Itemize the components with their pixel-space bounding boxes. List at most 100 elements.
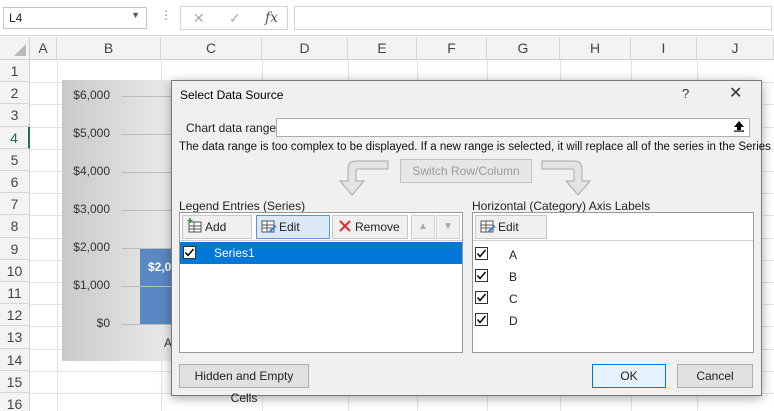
row-header[interactable]: 12 [0, 304, 30, 327]
switch-row-column-label: Switch Row/Column [412, 164, 520, 178]
row-header[interactable]: 6 [0, 171, 30, 194]
bar-data-label: $2,0 [148, 260, 172, 274]
legend-toolbar: Add Edit Remove ▲ ▼ [180, 213, 462, 241]
series-row[interactable]: Series1 [180, 242, 462, 264]
y-tick-label: $6,000 [73, 88, 110, 102]
y-tick-label: $2,000 [73, 240, 110, 254]
column-header[interactable]: D [262, 37, 348, 60]
dialog-title: Select Data Source [180, 88, 284, 102]
formula-bar: L4 ▼ ⋮ ✕ ✓ fx [0, 0, 774, 36]
series-checkbox[interactable] [183, 246, 196, 259]
column-header[interactable]: J [697, 37, 774, 60]
chart-data-range-input[interactable] [276, 118, 750, 137]
edit-series-button[interactable]: Edit [256, 215, 330, 239]
remove-series-button[interactable]: Remove [332, 215, 408, 239]
cancel-button[interactable]: Cancel [677, 364, 753, 388]
right-curved-arrow-icon [541, 160, 592, 196]
category-row[interactable]: B [473, 265, 753, 287]
column-header[interactable]: F [417, 37, 487, 60]
row-header[interactable]: 3 [0, 104, 30, 127]
category-label: C [509, 292, 518, 306]
name-box[interactable]: L4 ▼ [3, 7, 147, 29]
column-header[interactable]: C [161, 37, 262, 60]
check-icon [476, 315, 487, 324]
check-icon [476, 271, 487, 280]
y-tick-label: $5,000 [73, 126, 110, 140]
name-box-value: L4 [9, 11, 23, 25]
edit-axis-labels-button[interactable]: Edit [475, 215, 547, 239]
remove-x-icon [339, 220, 351, 232]
row-header[interactable]: 9 [0, 237, 30, 260]
row-header[interactable]: 2 [0, 82, 30, 105]
row-header[interactable]: 15 [0, 370, 30, 393]
close-icon[interactable]: ✕ [729, 83, 742, 103]
category-checkbox[interactable] [475, 313, 488, 326]
column-header[interactable]: G [487, 37, 560, 60]
row-header[interactable]: 10 [0, 259, 30, 282]
column-header[interactable]: H [560, 37, 631, 60]
formula-input[interactable] [294, 6, 772, 30]
cancel-icon[interactable]: ✕ [193, 10, 205, 27]
check-icon [476, 293, 487, 302]
legend-entries-label: Legend Entries (Series) [179, 199, 306, 213]
column-header[interactable]: I [631, 37, 697, 60]
chart-data-range-label: Chart data range: [186, 121, 280, 135]
row-header[interactable]: 8 [0, 215, 30, 238]
category-row[interactable]: D [473, 309, 753, 331]
axis-edit-label: Edit [498, 220, 519, 234]
formula-buttons: ✕ ✓ fx [180, 6, 288, 30]
category-row[interactable]: A [473, 243, 753, 265]
category-row[interactable]: C [473, 287, 753, 309]
row-header[interactable]: 16 [0, 393, 30, 411]
y-tick-label: $4,000 [73, 164, 110, 178]
category-checkbox[interactable] [475, 247, 488, 260]
left-curved-arrow-icon [338, 160, 389, 196]
ok-label: OK [620, 369, 638, 383]
column-header[interactable]: E [348, 37, 417, 60]
category-checkbox[interactable] [475, 269, 488, 282]
collapse-dialog-icon[interactable] [730, 120, 748, 135]
edit-label: Edit [279, 220, 300, 234]
axis-toolbar: Edit [473, 213, 753, 241]
remove-label: Remove [355, 220, 400, 234]
enter-icon[interactable]: ✓ [229, 10, 241, 27]
y-tick-label: $1,000 [73, 278, 110, 292]
category-label: A [509, 248, 518, 262]
more-icon: ⋮ [160, 8, 172, 22]
column-header[interactable]: B [57, 37, 161, 60]
row-header[interactable]: 14 [0, 348, 30, 371]
add-series-button[interactable]: Add [182, 215, 252, 239]
row-header[interactable]: 1 [0, 60, 30, 83]
move-down-button[interactable]: ▼ [436, 215, 460, 239]
axis-labels-label: Horizontal (Category) Axis Labels [472, 199, 651, 213]
cancel-label: Cancel [696, 369, 734, 383]
edit-table-icon [261, 220, 277, 233]
check-icon [476, 249, 487, 258]
help-icon[interactable]: ? [682, 86, 689, 101]
check-icon [184, 248, 195, 257]
range-message: The data range is too complex to be disp… [179, 141, 774, 153]
row-header[interactable]: 13 [0, 326, 30, 349]
legend-entries-panel: Add Edit Remove ▲ ▼ Series1 [179, 212, 463, 353]
chevron-down-icon[interactable]: ▼ [131, 10, 140, 20]
row-header[interactable]: 5 [0, 148, 30, 171]
category-label: B [509, 270, 518, 284]
row-header[interactable]: 11 [0, 282, 30, 305]
add-table-icon [187, 218, 202, 233]
row-header[interactable]: 7 [0, 193, 30, 216]
series-name: Series1 [214, 246, 255, 260]
row-header[interactable]: 4 [0, 126, 30, 149]
edit-table-icon [480, 220, 496, 233]
y-tick-label: $0 [96, 316, 110, 330]
column-header[interactable]: A [30, 37, 57, 60]
hidden-empty-cells-button[interactable]: Hidden and Empty Cells [179, 364, 309, 405]
select-all-corner[interactable] [0, 37, 30, 60]
switch-row-column-button[interactable]: Switch Row/Column [400, 159, 532, 183]
insert-function-icon[interactable]: fx [265, 10, 278, 26]
category-checkbox[interactable] [475, 291, 488, 304]
category-label: D [509, 314, 518, 328]
move-up-button[interactable]: ▲ [411, 215, 435, 239]
ok-button[interactable]: OK [592, 364, 666, 388]
add-label: Add [205, 220, 227, 234]
y-tick-label: $3,000 [73, 202, 110, 216]
